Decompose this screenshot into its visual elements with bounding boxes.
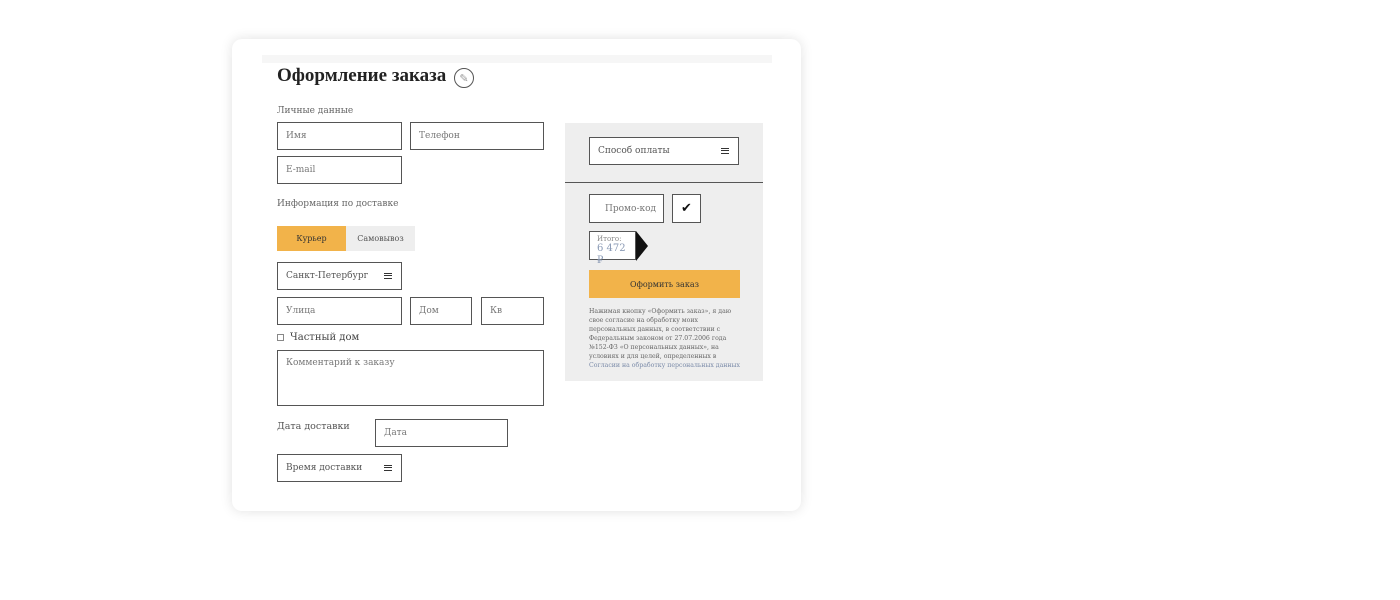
edit-icon[interactable]: ✎ <box>454 68 474 88</box>
delivery-time-select[interactable]: Время доставки <box>277 454 402 482</box>
legal-text-body: Нажимая кнопку «Оформить заказ», я даю с… <box>589 308 732 360</box>
private-house-checkbox[interactable] <box>277 334 284 341</box>
menu-icon <box>721 148 729 154</box>
arrow-right-icon <box>636 231 648 261</box>
delivery-method-tabs: Курьер Самовывоз <box>277 226 415 251</box>
apartment-input[interactable] <box>481 297 544 325</box>
delivery-time-value: Время доставки <box>286 463 363 473</box>
panel-divider <box>565 182 763 183</box>
total-value: 6 472 ₽ <box>597 243 626 266</box>
page-title: Оформление заказа <box>277 65 447 86</box>
street-input[interactable] <box>277 297 402 325</box>
personal-data-label: Личные данные <box>277 106 354 116</box>
top-strip <box>262 55 772 63</box>
name-input[interactable] <box>277 122 402 150</box>
menu-icon <box>384 465 392 471</box>
city-select-value: Санкт-Петербург <box>286 271 369 281</box>
tab-pickup[interactable]: Самовывоз <box>346 226 415 251</box>
apply-promo-button[interactable]: ✔ <box>672 194 701 223</box>
consent-link[interactable]: Согласии на обработку персональных данны… <box>589 362 740 369</box>
checkout-card: Оформление заказа ✎ Личные данные Информ… <box>232 39 801 511</box>
house-input[interactable] <box>410 297 472 325</box>
phone-input[interactable] <box>410 122 544 150</box>
private-house-label: Частный дом <box>290 332 360 343</box>
email-input[interactable] <box>277 156 402 184</box>
checkmark-icon: ✔ <box>681 201 692 216</box>
promo-code-input[interactable] <box>589 194 664 223</box>
private-house-checkbox-row[interactable]: Частный дом <box>277 332 359 343</box>
total-box: Итого: 6 472 ₽ <box>589 231 636 266</box>
delivery-info-label: Информация по доставке <box>277 199 399 209</box>
submit-order-button[interactable]: Оформить заказ <box>589 270 740 298</box>
comment-textarea[interactable] <box>277 350 544 406</box>
legal-text: Нажимая кнопку «Оформить заказ», я даю с… <box>589 307 741 370</box>
payment-method-select[interactable]: Способ оплаты <box>589 137 739 165</box>
delivery-date-label: Дата доставки <box>277 421 350 432</box>
payment-method-value: Способ оплаты <box>598 146 670 156</box>
menu-icon <box>384 273 392 279</box>
order-summary-panel: Способ оплаты ✔ Итого: 6 472 ₽ Оформить … <box>565 123 763 381</box>
city-select[interactable]: Санкт-Петербург <box>277 262 402 290</box>
total-label: Итого: <box>597 235 622 243</box>
date-input[interactable] <box>375 419 508 447</box>
tab-courier[interactable]: Курьер <box>277 226 346 251</box>
